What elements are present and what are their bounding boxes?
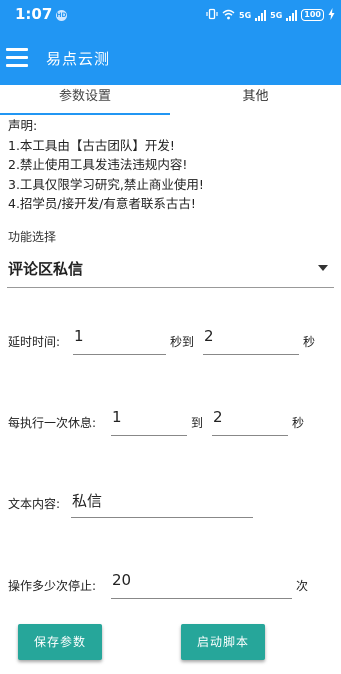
tab-params[interactable]: 参数设置 — [0, 85, 170, 116]
delay-unit: 秒 — [303, 335, 316, 349]
tab-bar: 参数设置 其他 — [0, 85, 341, 116]
rest-to-label: 到 — [191, 416, 204, 430]
delay-from-input[interactable]: 1 — [73, 325, 166, 355]
content-label: 文本内容: — [8, 497, 61, 511]
hamburger-menu-icon[interactable] — [6, 46, 30, 68]
declaration-line: 3.工具仅限学习研究,禁止商业使用! — [8, 176, 204, 192]
signal-label-2: 5G — [270, 10, 283, 20]
stop-after-unit: 次 — [296, 579, 309, 593]
save-params-button[interactable]: 保存参数 — [18, 624, 102, 660]
tab-indicator — [0, 113, 170, 115]
function-select-label: 功能选择 — [8, 230, 57, 244]
function-select[interactable]: 评论区私信 — [7, 252, 334, 288]
delay-from-value: 1 — [74, 327, 84, 345]
status-bar: 1:07 HD 5G 5G 100 — [0, 0, 341, 30]
signal-icon-1 — [255, 9, 267, 21]
rest-to-input[interactable]: 2 — [212, 406, 288, 436]
rest-to-value: 2 — [213, 408, 223, 426]
signal-icon-2 — [286, 9, 298, 21]
declaration-line: 2.禁止使用工具发违法违规内容! — [8, 157, 188, 172]
charging-icon — [328, 8, 335, 22]
rest-label: 每执行一次休息: — [8, 416, 97, 430]
status-icons: 5G 5G 100 — [206, 7, 335, 23]
rest-from-value: 1 — [112, 408, 122, 426]
dropdown-arrow-icon[interactable] — [318, 265, 328, 271]
declaration-line: 1.本工具由【古古团队】开发! — [8, 137, 175, 153]
declaration-heading: 声明: — [8, 118, 38, 133]
content-input[interactable]: 私信 — [71, 488, 253, 518]
stop-after-label: 操作多少次停止: — [8, 579, 97, 593]
signal-label-1: 5G — [239, 10, 252, 20]
function-select-value: 评论区私信 — [8, 260, 84, 278]
wifi-icon — [222, 9, 235, 22]
delay-to-value: 2 — [204, 327, 214, 345]
app-title: 易点云测 — [46, 50, 111, 68]
declaration-line: 4.招学员/接开发/有意者联系古古! — [8, 196, 196, 211]
vibrate-icon — [206, 8, 218, 22]
hd-badge-icon: HD — [56, 10, 67, 21]
delay-to-input[interactable]: 2 — [203, 325, 299, 355]
tab-other[interactable]: 其他 — [170, 85, 341, 116]
stop-after-value: 20 — [112, 571, 132, 589]
rest-from-input[interactable]: 1 — [111, 406, 187, 436]
start-script-button[interactable]: 启动脚本 — [181, 624, 265, 660]
content-value: 私信 — [72, 492, 103, 510]
delay-label: 延时时间: — [8, 335, 61, 349]
declaration: 声明: 1.本工具由【古古团队】开发! 2.禁止使用工具发违法违规内容! 3.工… — [8, 116, 204, 214]
rest-unit: 秒 — [292, 416, 305, 430]
battery-icon: 100 — [301, 9, 324, 21]
app-bar: 易点云测 — [0, 30, 341, 85]
stop-after-input[interactable]: 20 — [111, 569, 292, 599]
status-time: 1:07 — [15, 5, 53, 23]
delay-to-label: 秒到 — [170, 335, 195, 349]
